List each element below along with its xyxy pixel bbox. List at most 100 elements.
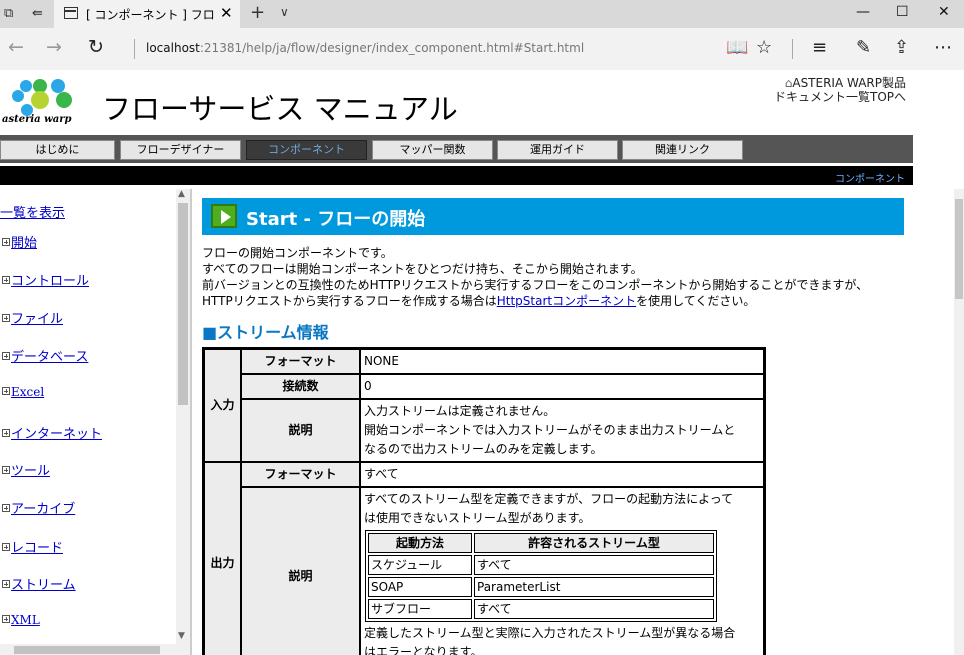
expand-icon[interactable]	[2, 543, 10, 551]
expand-icon[interactable]	[2, 466, 10, 474]
format-label: フォーマット	[241, 349, 360, 374]
menu-item-mapper-functions[interactable]: マッパー関数	[372, 140, 493, 160]
httpstart-component-link[interactable]: HttpStartコンポーネント	[497, 294, 636, 308]
sidebar-horizontal-scrollbar[interactable]	[0, 644, 176, 655]
favorite-star-icon[interactable]: ☆	[756, 37, 772, 58]
section-title: ■ストリーム情報	[202, 323, 329, 342]
sidebar-item-database[interactable]: データベース	[2, 346, 88, 365]
menu-item-intro[interactable]: はじめに	[0, 140, 115, 160]
docs-top-link[interactable]: ⌂ASTERIA WARP製品 ドキュメント一覧TOPへ	[762, 76, 906, 104]
output-format-value: すべて	[360, 462, 764, 487]
sidebar-item-start[interactable]: 開始	[2, 232, 37, 251]
set-tabs-aside-icon[interactable]: ⇚	[32, 6, 43, 21]
expand-icon[interactable]	[2, 504, 10, 512]
url-host: localhost	[146, 41, 200, 55]
scroll-down-icon[interactable]: ▼	[178, 631, 185, 641]
menu-item-operation-guide[interactable]: 運用ガイド	[497, 140, 618, 160]
output-description: すべてのストリーム型を定義できますが、フローの起動方法によって は使用できないス…	[360, 487, 764, 655]
input-format-value: NONE	[360, 349, 764, 374]
web-note-icon[interactable]: ✎	[856, 37, 871, 58]
input-connections-value: 0	[360, 374, 764, 399]
table-cell: SOAP	[368, 577, 472, 597]
forward-icon[interactable]: →	[46, 36, 62, 58]
sidebar: 一覧を表示 開始 コントロール ファイル データベース Excel インターネッ…	[0, 189, 192, 655]
format-label: フォーマット	[241, 462, 360, 487]
connections-label: 接続数	[241, 374, 360, 399]
tab-preview-icon[interactable]: ⧉	[4, 6, 13, 21]
intro-line: フローの開始コンポーネントです。	[202, 246, 393, 260]
close-tab-icon[interactable]: ✕	[220, 4, 233, 22]
expand-icon[interactable]	[2, 352, 10, 360]
description-label: 説明	[241, 399, 360, 462]
sidebar-item-archive[interactable]: アーカイブ	[2, 498, 75, 517]
expand-icon[interactable]	[2, 615, 10, 623]
expand-icon[interactable]	[2, 314, 10, 322]
expand-icon[interactable]	[2, 276, 10, 284]
page-icon	[64, 7, 78, 19]
table-cell: すべて	[474, 555, 714, 575]
intro-line: すべてのフローは開始コンポーネントをひとつだけ持ち、そこから開始されます。	[202, 262, 643, 276]
expand-icon[interactable]	[2, 387, 10, 395]
minimize-icon[interactable]: —	[856, 4, 870, 20]
launch-method-table: 起動方法 許容されるストリーム型 スケジュール すべて SOAP Paramet…	[365, 530, 717, 622]
menu-item-related-links[interactable]: 関連リンク	[622, 140, 743, 160]
divider	[792, 39, 793, 59]
sidebar-item-control[interactable]: コントロール	[2, 270, 89, 289]
reading-view-icon[interactable]: 📖	[726, 37, 748, 58]
new-tab-icon[interactable]: +	[250, 2, 265, 23]
table-row: サブフロー すべて	[368, 599, 714, 619]
docs-top-link-line1: ⌂ASTERIA WARP製品	[784, 76, 906, 90]
intro-line: HTTPリクエストから実行するフローを作成する場合はHttpStartコンポーネ…	[202, 294, 756, 308]
table-cell: スケジュール	[368, 555, 472, 575]
main-menu: はじめに フローデザイナー コンポーネント マッパー関数 運用ガイド 関連リンク	[0, 135, 913, 163]
main-vertical-scrollbar[interactable]	[954, 189, 964, 655]
browser-tab-active[interactable]: [ コンポーネント ] フローサービ ✕	[54, 0, 240, 28]
maximize-icon[interactable]: ☐	[896, 4, 909, 20]
table-header: 許容されるストリーム型	[474, 533, 714, 553]
breadcrumb[interactable]: コンポーネント	[835, 170, 905, 185]
divider	[134, 39, 135, 59]
sidebar-vertical-scrollbar[interactable]: ▲ ▼	[176, 189, 190, 655]
scrollbar-thumb[interactable]	[178, 203, 188, 405]
window-close-icon[interactable]: ✕	[938, 4, 950, 20]
more-icon[interactable]: ⋯	[934, 37, 952, 58]
chevron-down-icon[interactable]: ∨	[280, 5, 289, 19]
expand-icon[interactable]	[2, 580, 10, 588]
docs-top-link-line2: ドキュメント一覧TOPへ	[773, 90, 906, 104]
sidebar-item-tools[interactable]: ツール	[2, 460, 50, 479]
scrollbar-thumb[interactable]	[955, 199, 963, 299]
sidebar-item-internet[interactable]: インターネット	[2, 423, 102, 442]
menu-item-flow-designer[interactable]: フローデザイナー	[120, 140, 241, 160]
table-row: スケジュール すべて	[368, 555, 714, 575]
input-description: 入力ストリームは定義されません。 開始コンポーネントでは入力ストリームがそのまま…	[360, 399, 764, 462]
page-title: フローサービス マニュアル	[102, 92, 458, 126]
sidebar-item-xml[interactable]: XML	[2, 613, 40, 628]
tab-title: [ コンポーネント ] フローサービ	[86, 8, 214, 22]
start-play-icon	[211, 204, 237, 228]
menu-item-components[interactable]: コンポーネント	[246, 140, 367, 160]
share-icon[interactable]: ⇪	[894, 37, 909, 58]
url-field[interactable]: localhost:21381/help/ja/flow/designer/in…	[146, 41, 584, 55]
sidebar-item-stream[interactable]: ストリーム	[2, 574, 76, 593]
main-content: Start - フローの開始 フローの開始コンポーネントです。 すべてのフローは…	[196, 189, 952, 655]
address-bar: ← → ↻ localhost:21381/help/ja/flow/desig…	[0, 28, 964, 70]
expand-icon[interactable]	[2, 238, 10, 246]
input-group-label: 入力	[204, 349, 241, 462]
sidebar-item-record[interactable]: レコード	[2, 537, 63, 556]
breadcrumb-bar: コンポーネント	[0, 166, 913, 185]
back-icon[interactable]: ←	[8, 36, 24, 58]
browser-tab-bar: ⧉ ⇚ [ コンポーネント ] フローサービ ✕ + ∨ — ☐ ✕	[0, 0, 964, 28]
hub-icon[interactable]: ≡	[812, 37, 827, 58]
show-list-link[interactable]: 一覧を表示	[0, 202, 65, 221]
sidebar-item-excel[interactable]: Excel	[2, 385, 44, 400]
output-group-label: 出力	[204, 462, 241, 655]
scroll-up-icon[interactable]: ▲	[178, 189, 185, 199]
intro-line: 前バージョンとの互換性のためHTTPリクエストから実行するフローをこのコンポーネ…	[202, 278, 869, 292]
table-cell: ParameterList	[474, 577, 714, 597]
stream-info-table: 入力 フォーマット NONE 接続数 0 説明 入力ストリームは定義されません。…	[202, 347, 766, 655]
scrollbar-thumb[interactable]	[14, 646, 160, 654]
sidebar-item-file[interactable]: ファイル	[2, 308, 63, 327]
refresh-icon[interactable]: ↻	[88, 36, 104, 58]
url-path: :21381/help/ja/flow/designer/index_compo…	[199, 41, 585, 55]
expand-icon[interactable]	[2, 429, 10, 437]
